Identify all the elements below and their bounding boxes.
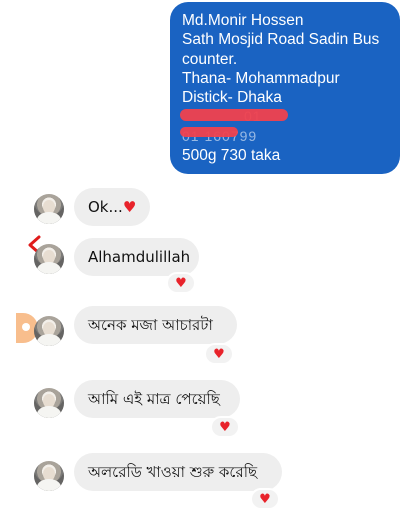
message-text: অলরেডি খাওয়া শুরু করেছি (88, 463, 258, 481)
avatar-robe (37, 212, 61, 224)
message-text: Alhamdulillah (88, 248, 191, 266)
redacted-phone-2: 01 160799 (180, 126, 392, 146)
avatar[interactable] (34, 461, 64, 491)
heart-icon: ♥ (175, 276, 187, 291)
avatar-robe (37, 479, 61, 491)
avatar-robe (37, 406, 61, 418)
sent-line-thana: Thana- Mohammadpur (182, 69, 340, 87)
received-message-bubble[interactable]: আমি এই মাত্র পেয়েছি (74, 380, 240, 418)
avatar[interactable] (34, 244, 64, 274)
heart-icon: ♥ (213, 347, 225, 362)
received-message-bubble[interactable]: অনেক মজা আচারটা (74, 306, 237, 344)
reaction-heart[interactable]: ♥ (250, 488, 280, 510)
sent-line-address: Sath Mosjid Road Sadin Bus (182, 31, 380, 49)
reaction-heart[interactable]: ♥ (210, 416, 240, 438)
sent-line-address-cont: counter. (182, 50, 238, 68)
redacted-phone-1: 01 (180, 107, 392, 126)
heart-icon: ♥ (122, 198, 137, 216)
message-text: আমি এই মাত্র পেয়েছি (88, 390, 220, 408)
message-text: Ok... (88, 198, 123, 216)
heart-icon: ♥ (219, 420, 231, 435)
redaction-mark (180, 126, 238, 137)
heart-icon: ♥ (259, 492, 271, 507)
sent-line-district: Distick- Dhaka (182, 89, 282, 107)
chat-thread: Md.Monir Hossen Sath Mosjid Road Sadin B… (0, 0, 410, 510)
received-message-bubble[interactable]: Alhamdulillah (74, 238, 199, 276)
message-text: অনেক মজা আচারটা (88, 316, 213, 334)
avatar-robe (37, 334, 61, 346)
received-message-bubble[interactable]: অলরেডি খাওয়া শুরু করেছি (74, 453, 282, 491)
sent-line-name: Md.Monir Hossen (182, 12, 304, 29)
avatar[interactable] (34, 316, 64, 346)
sent-line-price: 500g 730 taka (182, 147, 281, 165)
sent-message-bubble[interactable]: Md.Monir Hossen Sath Mosjid Road Sadin B… (170, 2, 400, 174)
avatar[interactable] (34, 194, 64, 224)
received-message-bubble[interactable]: Ok...♥ (74, 188, 150, 226)
reaction-heart[interactable]: ♥ (166, 272, 196, 294)
avatar[interactable] (34, 388, 64, 418)
redaction-mark (180, 109, 288, 122)
avatar-robe (37, 262, 61, 274)
reaction-heart[interactable]: ♥ (204, 343, 234, 365)
